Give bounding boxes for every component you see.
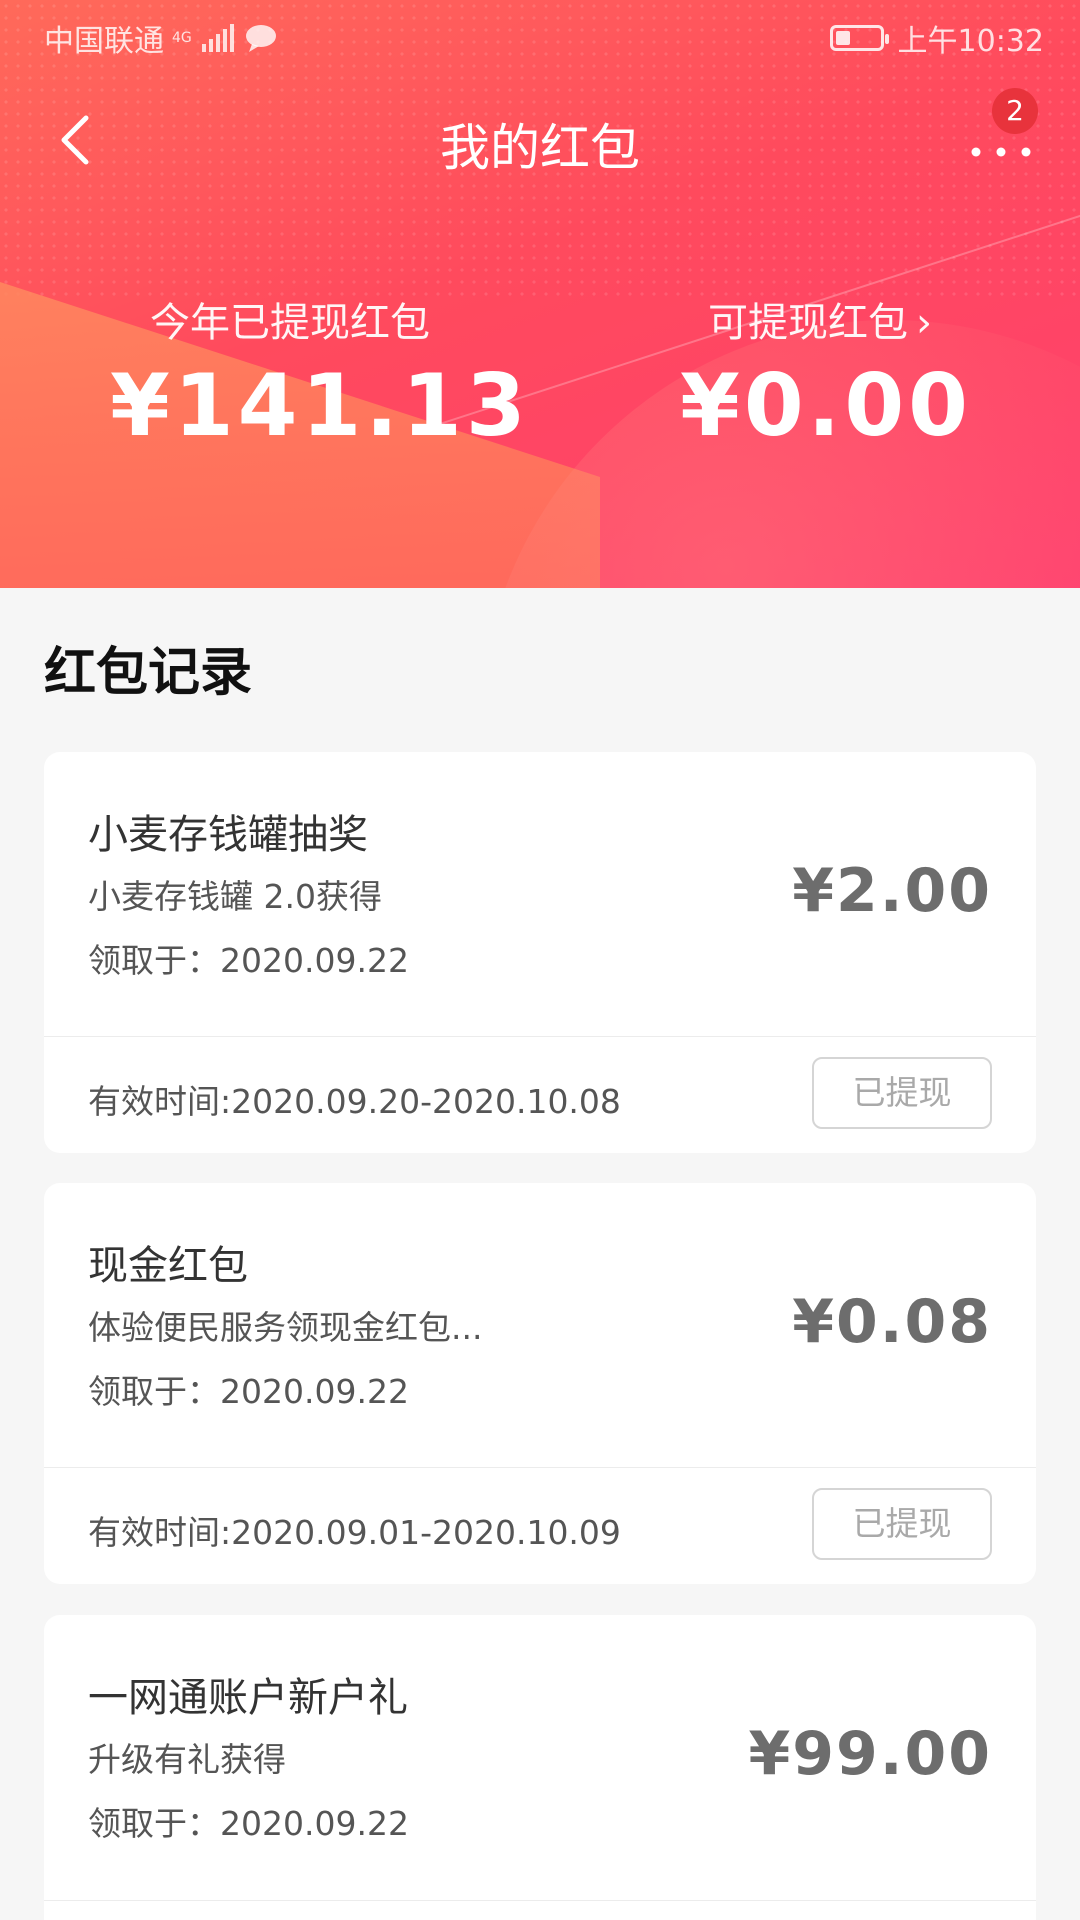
network-type: 4G xyxy=(172,30,192,46)
chevron-right-icon: › xyxy=(916,300,932,346)
record-name: 现金红包 xyxy=(88,1243,248,1289)
record-received-date: 领取于：2020.09.22 xyxy=(88,941,409,980)
record-card[interactable]: 现金红包 体验便民服务领现金红包... 领取于：2020.09.22 ¥0.08… xyxy=(44,1183,1036,1584)
record-amount: ¥2.00 xyxy=(792,856,992,926)
header-banner: 中国联通 4G 上午10:32 我的红包 2 今年已提现红包 ¥141.13 可… xyxy=(0,0,1080,588)
clock: 上午10:32 xyxy=(897,24,1044,59)
record-desc: 体验便民服务领现金红包... xyxy=(88,1308,483,1347)
record-valid-period: 有效时间:2020.09.01-2020.10.09 xyxy=(88,1513,621,1552)
battery-icon xyxy=(829,25,889,51)
withdrawn-amount: ¥141.13 xyxy=(110,356,530,456)
records-title: 红包记录 xyxy=(44,643,253,703)
record-valid-period: 有效时间:2020.09.20-2020.10.08 xyxy=(88,1082,621,1121)
withdrawn-summary: 今年已提现红包 ¥141.13 xyxy=(110,290,530,456)
signal-icon xyxy=(201,24,234,52)
record-card[interactable]: 一网通账户新户礼 升级有礼获得 领取于：2020.09.22 ¥99.00 xyxy=(44,1615,1036,1920)
nav-bar: 我的红包 xyxy=(0,90,1080,190)
message-icon xyxy=(245,25,276,52)
withdrawn-button[interactable]: 已提现 xyxy=(812,1488,992,1560)
available-label: 可提现红包 xyxy=(708,300,908,346)
carrier-label: 中国联通 xyxy=(44,24,164,59)
record-name: 一网通账户新户礼 xyxy=(88,1675,408,1721)
record-desc: 升级有礼获得 xyxy=(88,1740,286,1779)
record-name: 小麦存钱罐抽奖 xyxy=(88,812,368,858)
record-card[interactable]: 小麦存钱罐抽奖 小麦存钱罐 2.0获得 领取于：2020.09.22 ¥2.00… xyxy=(44,752,1036,1153)
record-amount: ¥0.08 xyxy=(792,1287,992,1357)
withdrawn-label: 今年已提现红包 xyxy=(150,300,430,346)
withdrawn-button[interactable]: 已提现 xyxy=(812,1057,992,1129)
record-amount: ¥99.00 xyxy=(748,1719,992,1789)
available-label-row[interactable]: 可提现红包 › xyxy=(680,290,960,348)
notification-badge: 2 xyxy=(992,88,1038,134)
record-received-date: 领取于：2020.09.22 xyxy=(88,1372,409,1411)
available-amount: ¥0.00 xyxy=(680,356,973,456)
record-desc: 小麦存钱罐 2.0获得 xyxy=(88,877,382,916)
status-bar: 中国联通 4G 上午10:32 xyxy=(0,0,1080,72)
record-received-date: 领取于：2020.09.22 xyxy=(88,1804,409,1843)
available-summary[interactable]: 可提现红包 › ¥0.00 xyxy=(680,290,973,456)
page-title: 我的红包 xyxy=(440,119,640,177)
